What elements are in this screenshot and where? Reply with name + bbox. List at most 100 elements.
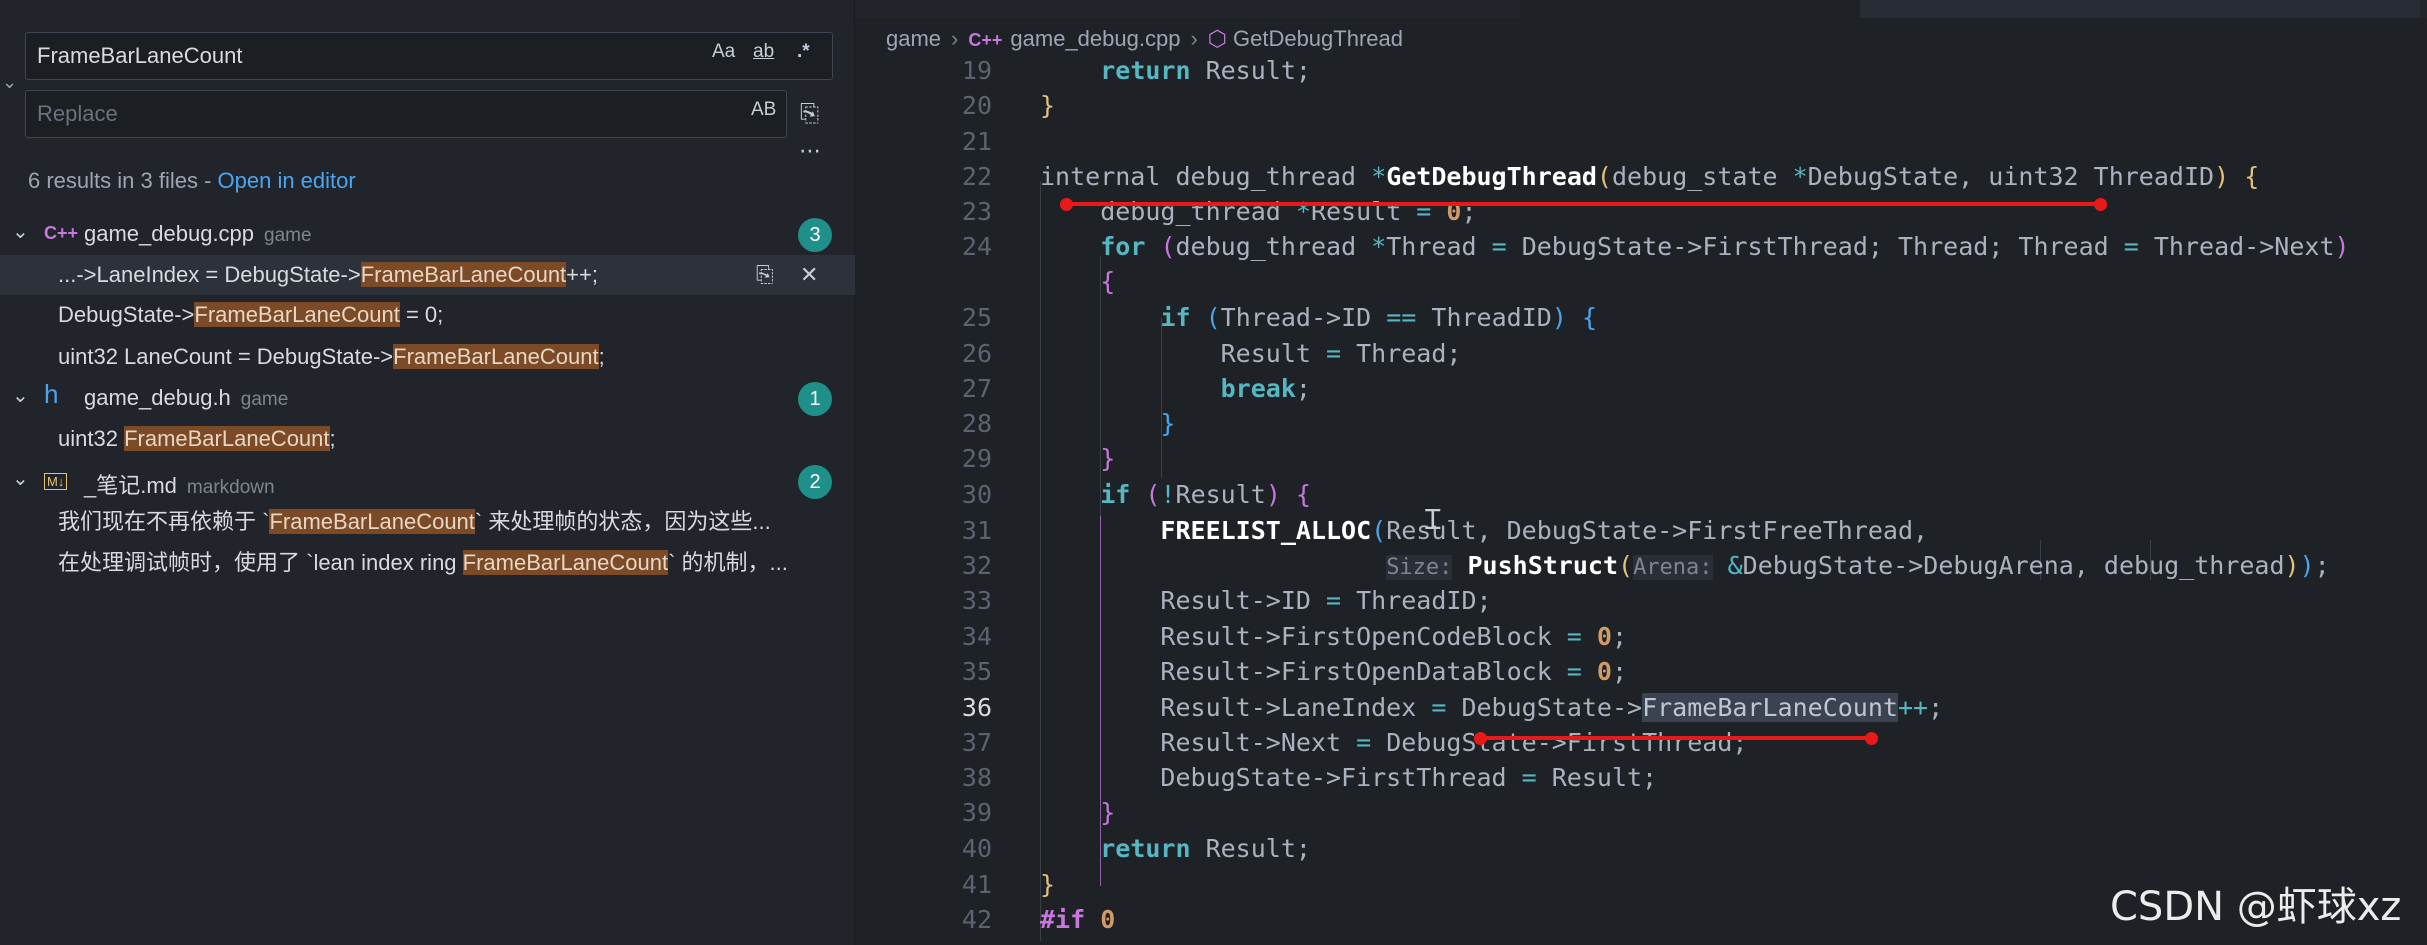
code-line: Result->ID = ThreadID;	[1040, 586, 1492, 615]
code-line: }	[1160, 409, 1176, 438]
match-row[interactable]: DebugState->FrameBarLaneCount = 0;	[0, 295, 855, 335]
preserve-case-button[interactable]: AB	[751, 99, 776, 121]
line-number: 37	[961, 728, 992, 757]
match-row[interactable]: ...->LaneIndex = DebugState->FrameBarLan…	[0, 255, 855, 295]
line-number: 21	[961, 127, 992, 156]
replace-all-icon[interactable]: ⎘	[800, 100, 819, 128]
match-row[interactable]: uint32 FrameBarLaneCount;	[0, 419, 855, 459]
editor-tab-bar	[855, 0, 2427, 18]
replace-input[interactable]: Replace AB	[25, 90, 787, 138]
line-number: 28	[961, 409, 992, 438]
red-dot-annotation	[1060, 198, 1073, 211]
code-line: if (!Result) {	[1100, 480, 1312, 509]
code-line: }	[1100, 444, 1116, 473]
match-before: 我们现在不再依赖于 `	[58, 509, 270, 534]
red-dot-annotation	[1474, 732, 1487, 745]
line-number: 38	[961, 763, 992, 792]
line-number: 19	[961, 56, 992, 85]
code-line: DebugState->FirstThread = Result;	[1040, 763, 1658, 792]
line-number: 31	[961, 516, 992, 545]
result-file-folder: markdown	[186, 477, 275, 498]
chevron-down-icon: ⌄	[12, 468, 29, 490]
match-before: DebugState->	[58, 302, 195, 327]
replace-placeholder: Replace	[37, 101, 118, 126]
match-before: 在处理调试帧时，使用了 `lean index ring	[58, 550, 463, 575]
match-highlight: FrameBarLaneCount	[360, 262, 567, 287]
tab-game-debug-cpp[interactable]	[1520, 0, 1860, 18]
chevron-down-icon: ⌄	[12, 221, 29, 243]
red-dot-annotation	[2094, 198, 2107, 211]
match-row[interactable]: uint32 LaneCount = DebugState->FrameBarL…	[0, 337, 855, 377]
breadcrumb-separator-icon: ›	[1190, 26, 1198, 51]
line-number: 32	[961, 551, 992, 580]
code-line: }	[1040, 91, 1056, 120]
summary-text: 6 results in 3 files -	[28, 168, 218, 193]
open-in-editor-link[interactable]: Open in editor	[218, 168, 356, 193]
match-case-button[interactable]: Aa	[712, 41, 735, 63]
match-after: ++;	[566, 262, 598, 287]
line-number: 20	[961, 91, 992, 120]
code-line: #if 0	[1040, 905, 1116, 934]
code-line: Size: PushStruct(Arena: &DebugState->Deb…	[1386, 551, 2330, 580]
result-file-game-debug-h[interactable]: ⌄ h game_debug.h game 1	[0, 379, 855, 419]
code-line: internal debug_thread *GetDebugThread(de…	[1040, 162, 2260, 191]
result-file-name: game_debug.cpp	[84, 221, 255, 246]
find-input[interactable]: FrameBarLaneCount Aa ab .*	[25, 32, 833, 80]
chevron-down-icon: ⌄	[12, 385, 29, 407]
match-count-badge: 3	[798, 218, 832, 252]
match-after: = 0;	[399, 302, 444, 327]
line-number: 23	[961, 197, 992, 226]
match-count-badge: 1	[798, 382, 832, 416]
match-row[interactable]: 在处理调试帧时，使用了 `lean index ring FrameBarLan…	[0, 543, 852, 583]
match-highlight: FrameBarLaneCount	[462, 550, 669, 575]
match-after: ;	[598, 344, 605, 369]
code-line: FREELIST_ALLOC(Result, DebugState->First…	[1160, 516, 1929, 545]
line-number: 29	[961, 444, 992, 473]
toggle-replace-chevron-icon[interactable]: ⌄	[2, 72, 17, 93]
code-line: if (Thread->ID == ThreadID) {	[1160, 303, 1597, 332]
line-number: 34	[961, 622, 992, 651]
match-count-badge: 2	[798, 465, 832, 499]
tab-other[interactable]	[1860, 0, 2420, 18]
breadcrumb-symbol[interactable]: GetDebugThread	[1233, 26, 1403, 51]
more-actions-icon[interactable]: ⋯	[799, 138, 822, 164]
line-number: 40	[961, 834, 992, 863]
dismiss-match-icon[interactable]: ✕	[800, 255, 818, 295]
match-before: ...->LaneIndex = DebugState->	[58, 262, 361, 287]
match-after: ` 来处理帧的状态，因为这些...	[474, 509, 771, 534]
result-file-notes-md[interactable]: ⌄ M↓ _笔记.md markdown 2	[0, 462, 855, 502]
line-number: 25	[961, 303, 992, 332]
cpp-file-icon: C++	[968, 30, 1003, 50]
code-line: Result = Thread;	[1040, 339, 1462, 368]
use-regex-button[interactable]: .*	[797, 41, 810, 63]
match-highlight: FrameBarLaneCount	[194, 302, 400, 327]
result-file-name: game_debug.h	[84, 385, 231, 410]
match-before: uint32	[58, 426, 125, 451]
line-number: 42	[961, 905, 992, 934]
match-after: ` 的机制，...	[668, 550, 788, 575]
red-dot-annotation	[1865, 732, 1878, 745]
match-highlight: FrameBarLaneCount	[124, 426, 330, 451]
cpp-file-icon: C++	[44, 223, 79, 243]
result-file-folder: game	[240, 389, 289, 410]
breadcrumb: game › C++ game_debug.cpp › ⬡ GetDebugThread	[886, 26, 1403, 52]
code-line: }	[1100, 798, 1116, 827]
header-file-icon: h	[44, 379, 59, 409]
search-sidebar: ⌄ FrameBarLaneCount Aa ab .* Replace AB …	[0, 0, 855, 945]
breadcrumb-file[interactable]: game_debug.cpp	[1010, 26, 1180, 51]
code-line: {	[1100, 267, 1116, 296]
line-number: 33	[961, 586, 992, 615]
code-line: for (debug_thread *Thread = DebugState->…	[1100, 232, 2350, 261]
line-number: 24	[961, 232, 992, 261]
match-row[interactable]: 我们现在不再依赖于 `FrameBarLaneCount` 来处理帧的状态，因为…	[0, 502, 852, 542]
replace-match-icon[interactable]: ⎘	[756, 255, 774, 295]
match-after: ;	[329, 426, 336, 451]
match-whole-word-button[interactable]: ab	[753, 41, 774, 63]
result-file-name: _笔记.md	[84, 473, 177, 498]
code-editor[interactable]: 19 20 21 22 23 24 25 26 27 28 29 30 31 32 33 34 35 36 37 38…	[855, 56, 2427, 945]
watermark: CSDN @虾球xz	[2110, 884, 2402, 930]
breadcrumb-folder[interactable]: game	[886, 26, 941, 51]
result-file-game-debug-cpp[interactable]: ⌄ C++ game_debug.cpp game 3	[0, 215, 855, 255]
match-highlight: FrameBarLaneCount	[269, 509, 475, 534]
code-line: break;	[1220, 374, 1311, 403]
